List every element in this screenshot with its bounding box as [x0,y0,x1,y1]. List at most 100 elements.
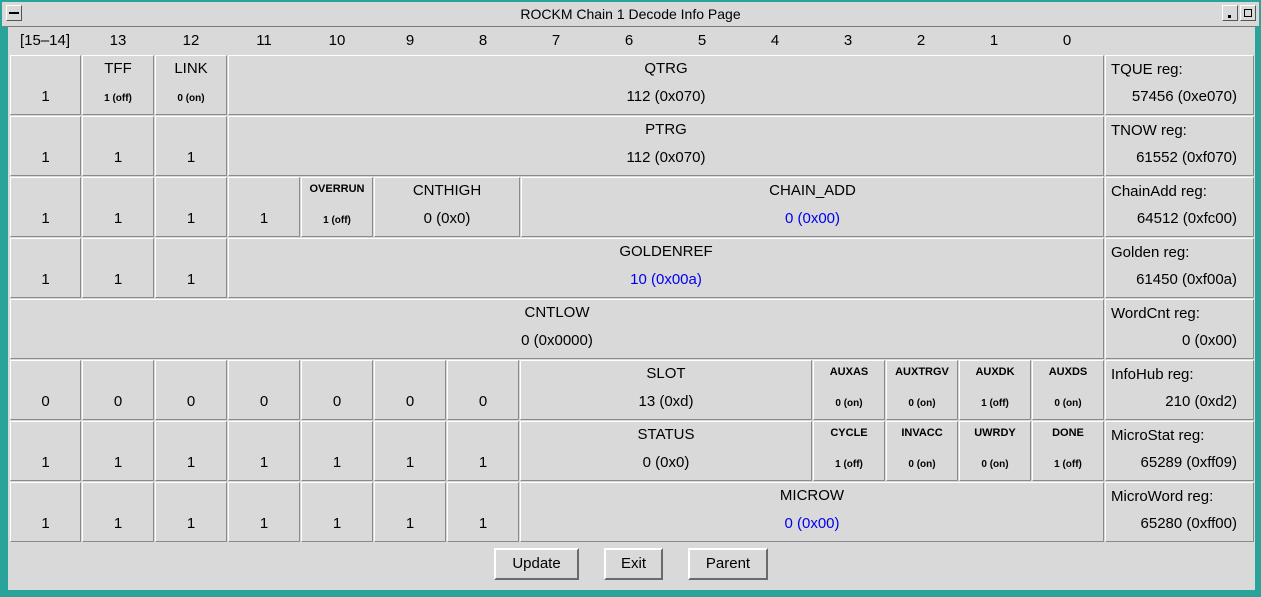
cell-value: 1 [41,149,50,166]
tque-reg-box: TQUE reg: 57456 (0xe070) [1105,55,1254,115]
reg-label: TQUE reg: [1111,61,1183,78]
infohub-bit-15-14: 0 [10,360,81,420]
reg-label: MicroWord reg: [1111,488,1214,505]
field-value: 0 (0x0) [642,454,690,471]
reg-value: 64512 (0xfc00) [1136,210,1237,227]
microstat-done-field: DONE 1 (off) [1032,421,1104,481]
infohub-auxtrgv-field: AUXTRGV 0 (on) [886,360,958,420]
chainadd-bit-12: 1 [155,177,227,237]
reg-value: 0 (0x00) [1181,332,1237,349]
reg-label: TNOW reg: [1111,122,1187,139]
cell-value: 1 [41,271,50,288]
wordcnt-cntlow-field: CNTLOW 0 (0x0000) [10,299,1104,359]
microstat-uwrdy-field: UWRDY 0 (on) [959,421,1031,481]
field-value: 0 (0x00) [784,210,841,227]
field-value: 0 (on) [835,398,863,409]
field-name: INVACC [901,427,943,439]
field-name: AUXAS [829,366,869,378]
cell-value: 1 [41,454,50,471]
field-name: AUXDS [1048,366,1088,378]
bit-header-4: 4 [770,32,780,49]
update-button[interactable]: Update [494,548,579,580]
microword-microw-field: MICROW 0 (0x00) [520,482,1104,542]
bit-header-8: 8 [478,32,488,49]
microstat-bit-10: 1 [301,421,373,481]
field-name: TFF [104,60,132,77]
tque-tff-field: TFF 1 (off) [82,55,154,115]
field-value: 0 (on) [177,93,205,104]
microstat-reg-box: MicroStat reg: 65289 (0xff09) [1105,421,1254,481]
title-bar[interactable]: ROCKM Chain 1 Decode Info Page [2,2,1259,27]
microword-bit-10: 1 [301,482,373,542]
cell-value: 1 [113,515,123,532]
minimize-button[interactable] [1222,5,1238,21]
reg-label: Golden reg: [1111,244,1190,261]
reg-label: WordCnt reg: [1111,305,1200,322]
microstat-bit-11: 1 [228,421,300,481]
field-value: 0 (on) [908,459,936,470]
field-name: OVERRUN [309,183,365,195]
bit-header-15-14: [15–14] [19,32,71,49]
chainadd-bit-13: 1 [82,177,154,237]
infohub-slot-field: SLOT 13 (0xd) [520,360,812,420]
tnow-bit-12: 1 [155,116,227,176]
field-name: DONE [1052,427,1084,439]
reg-label: ChainAdd reg: [1111,183,1207,200]
field-name: AUXTRGV [895,366,949,378]
field-name: MICROW [779,487,845,504]
cell-value: 1 [332,515,342,532]
golden-reg-box: Golden reg: 61450 (0xf00a) [1105,238,1254,298]
reg-label: MicroStat reg: [1111,427,1205,444]
infohub-bit-13: 0 [82,360,154,420]
field-value: 112 (0x070) [626,88,706,105]
cell-value: 1 [113,271,123,288]
cell-value: 1 [113,210,123,227]
chainadd-bit-11: 1 [228,177,300,237]
cell-value: 1 [405,454,415,471]
reg-value: 210 (0xd2) [1165,393,1237,410]
maximize-button[interactable] [1240,5,1256,21]
cell-value: 1 [186,454,196,471]
cell-value: 1 [186,515,196,532]
cell-value: 0 [41,393,50,410]
maximize-icon [1244,9,1252,17]
cell-value: 1 [259,210,269,227]
cell-value: 0 [478,393,488,410]
cell-value: 1 [113,454,123,471]
chainadd-reg-box: ChainAdd reg: 64512 (0xfc00) [1105,177,1254,237]
chainadd-chain-add-field: CHAIN_ADD 0 (0x00) [521,177,1104,237]
app-window: ROCKM Chain 1 Decode Info Page [15–14] 1… [0,0,1261,597]
field-value: 1 (off) [323,215,351,226]
reg-value: 65289 (0xff09) [1140,454,1237,471]
cell-value: 0 [405,393,415,410]
tnow-bit-15-14: 1 [10,116,81,176]
microstat-bit-15-14: 1 [10,421,81,481]
cell-value: 1 [186,149,196,166]
bit-header-3: 3 [843,32,853,49]
cell-value: 0 [113,393,123,410]
chainadd-overrun-field: OVERRUN 1 (off) [301,177,373,237]
field-name: STATUS [637,426,695,443]
cell-value: 1 [186,210,196,227]
bit-header-9: 9 [405,32,415,49]
infohub-bit-8: 0 [447,360,519,420]
cell-value: 1 [259,454,269,471]
infohub-bit-11: 0 [228,360,300,420]
field-name: CNTLOW [524,304,590,321]
field-value: 1 (off) [1054,459,1082,470]
cell-value: 1 [478,454,488,471]
infohub-bit-12: 0 [155,360,227,420]
golden-goldenref-field: GOLDENREF 10 (0x00a) [228,238,1104,298]
bit-header-5: 5 [697,32,707,49]
reg-value: 61552 (0xf070) [1136,149,1237,166]
exit-button[interactable]: Exit [604,548,663,580]
field-value: 112 (0x070) [626,149,706,166]
cell-value: 1 [332,454,342,471]
microword-bit-9: 1 [374,482,446,542]
cell-value: 1 [405,515,415,532]
tnow-ptrg-field: PTRG 112 (0x070) [228,116,1104,176]
bit-header-7: 7 [551,32,561,49]
cell-value: 0 [332,393,342,410]
field-name: SLOT [646,365,686,382]
parent-button[interactable]: Parent [688,548,768,580]
